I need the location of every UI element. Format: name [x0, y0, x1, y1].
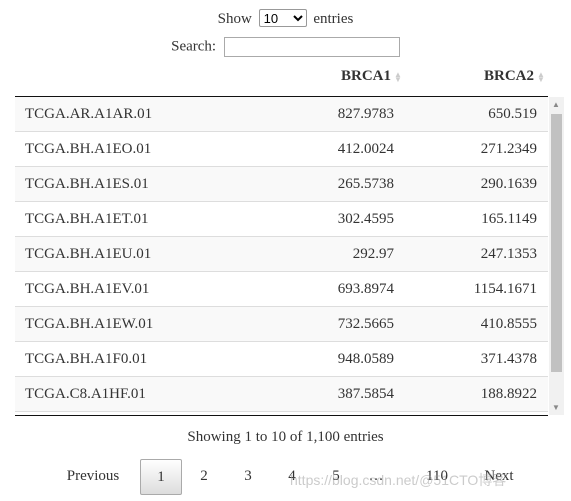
- brca1-cell: 292.97: [352, 246, 394, 262]
- sort-icon: ▲ ▼: [394, 69, 402, 84]
- brca1-cell: 732.5665: [337, 316, 394, 332]
- row-id-cell: TCGA.C8.A1HF.01: [25, 386, 146, 402]
- table-body: TCGA.C8.A1HF.01 387.5854 188.8922 TCGA.BH.A…: [15, 97, 564, 415]
- row-id-cell: TCGA.BH.A1F0.01: [25, 351, 148, 367]
- search-control: Search:: [0, 37, 571, 57]
- brca1-cell: 412.0024: [337, 141, 394, 157]
- brca2-cell: 165.1149: [481, 211, 537, 227]
- table-row: TCGA.BH.A1ES.01 265.5738 290.1639: [15, 167, 548, 202]
- row-id-cell: TCGA.BH.A1EW.01: [25, 316, 154, 332]
- table-row: TCGA.BH.A1F0.01 948.0589 371.4378: [15, 342, 548, 377]
- column-label: BRCA2: [483, 68, 534, 84]
- brca1-cell: 827.9783: [337, 106, 394, 122]
- table-row: TCGA.BH.A1EW.01 732.5665 410.8555: [15, 307, 548, 342]
- column-header-brca1[interactable]: BRCA1 ▲ ▼: [341, 68, 402, 85]
- table-row: TCGA.C8.A1HF.01 387.5854 188.8922: [15, 377, 548, 412]
- table-row: TCGA.BH.A1EO.01 412.0024 271.2349: [15, 132, 548, 167]
- column-header-brca2[interactable]: BRCA2 ▲ ▼: [484, 68, 545, 85]
- scrollbar[interactable]: ▲ ▼: [549, 97, 564, 415]
- watermark: https://blog.csdn.net/@51CTO博客: [290, 472, 507, 488]
- brca2-cell: 271.2349: [480, 141, 537, 157]
- page-button-3[interactable]: 3: [228, 459, 268, 493]
- brca2-cell: 290.1639: [480, 176, 537, 192]
- brca2-cell: 650.519: [488, 106, 537, 122]
- show-label: Show: [217, 11, 252, 27]
- brca1-cell: 265.5738: [337, 176, 394, 192]
- brca2-cell: 371.4378: [480, 351, 537, 367]
- table-footer-line: [15, 415, 548, 416]
- previous-button[interactable]: Previous: [58, 459, 128, 493]
- table-row: TCGA.BH.A1ET.01 302.4595 165.1149: [15, 202, 548, 237]
- sort-icon: ▲ ▼: [537, 69, 545, 84]
- brca1-cell: 693.8974: [337, 281, 394, 297]
- row-id-cell: TCGA.BH.A1ET.01: [25, 211, 149, 227]
- table-row: TCGA.BH.A1EU.01 292.97 247.1353: [15, 237, 548, 272]
- page-length-control: Show 10 entries: [0, 9, 571, 28]
- brca1-cell: 948.0589: [337, 351, 394, 367]
- entries-label: entries: [313, 11, 354, 27]
- search-label: Search:: [171, 38, 217, 55]
- table-row: TCGA.AR.A1AR.01 827.9783 650.519: [15, 97, 548, 132]
- row-id-cell: TCGA.BH.A1EU.01: [25, 246, 152, 262]
- scroll-down-icon[interactable]: ▼: [552, 403, 560, 412]
- scroll-up-icon[interactable]: ▲: [552, 100, 560, 109]
- row-id-cell: TCGA.BH.A1ES.01: [25, 176, 149, 192]
- row-id-cell: TCGA.BH.A1EO.01: [25, 141, 152, 157]
- search-input[interactable]: [223, 37, 400, 57]
- column-label: BRCA1: [340, 68, 391, 84]
- page-length-select[interactable]: 10: [258, 9, 307, 27]
- brca2-cell: 1154.1671: [473, 281, 537, 297]
- scrollbar-thumb[interactable]: [551, 114, 562, 372]
- table-info: Showing 1 to 10 of 1,100 entries: [187, 429, 384, 445]
- brca2-cell: 247.1353: [480, 246, 537, 262]
- table-header: BRCA1 ▲ ▼ BRCA2 ▲ ▼: [15, 60, 548, 97]
- table-row: TCGA.BH.A1EV.01 693.8974 1154.1671: [15, 272, 548, 307]
- brca1-cell: 302.4595: [337, 211, 394, 227]
- page-button-2[interactable]: 2: [184, 459, 224, 493]
- brca2-cell: 188.8922: [480, 386, 537, 402]
- page-button-1[interactable]: 1: [140, 459, 182, 495]
- brca1-cell: 387.5854: [337, 386, 394, 402]
- brca2-cell: 410.8555: [480, 316, 537, 332]
- row-id-cell: TCGA.AR.A1AR.01: [25, 106, 153, 122]
- row-id-cell: TCGA.BH.A1EV.01: [25, 281, 150, 297]
